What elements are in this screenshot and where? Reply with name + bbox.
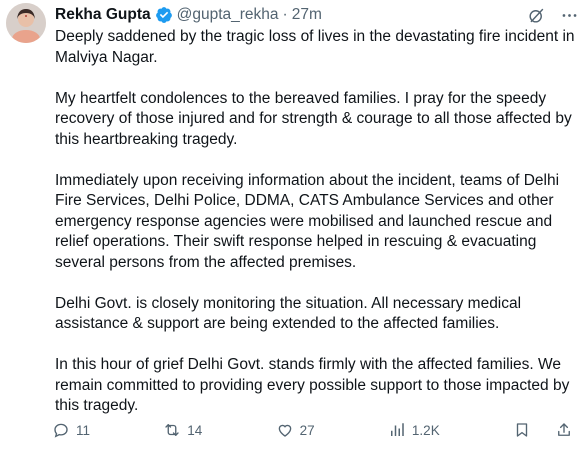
top-actions (527, 6, 579, 25)
views-button[interactable]: 1.2K (388, 421, 440, 439)
verified-badge-icon (155, 6, 173, 24)
repost-icon (165, 424, 179, 436)
like-button[interactable]: 27 (276, 421, 315, 439)
separator-dot: · (282, 6, 288, 23)
action-bar: 11 14 27 1.2K (52, 418, 573, 442)
tweet-paragraph: Deeply saddened by the tragic loss of li… (55, 28, 575, 66)
tweet-paragraph: In this hour of grief Delhi Govt. stands… (55, 356, 570, 414)
grok-icon[interactable] (527, 6, 546, 25)
like-count: 27 (299, 422, 315, 438)
avatar[interactable] (6, 3, 46, 43)
bookmark-icon (516, 423, 528, 437)
author-handle[interactable]: @gupta_rekha (177, 6, 279, 24)
author-name[interactable]: Rekha Gupta (55, 6, 151, 24)
tweet: Rekha Gupta @gupta_rekha · 27m Deeply sa… (0, 0, 587, 454)
repost-button[interactable]: 14 (163, 421, 202, 439)
more-icon[interactable] (560, 6, 579, 25)
timestamp[interactable]: 27m (292, 6, 322, 24)
like-icon (278, 424, 291, 437)
bookmark-button[interactable] (513, 421, 531, 439)
tweet-text: Deeply saddened by the tragic loss of li… (55, 27, 581, 437)
reply-button[interactable]: 11 (52, 421, 90, 439)
reply-icon (54, 423, 68, 438)
tweet-header: Rekha Gupta @gupta_rekha · 27m (55, 4, 322, 26)
reply-count: 11 (76, 422, 91, 438)
views-icon (390, 423, 404, 436)
share-button[interactable] (555, 421, 573, 439)
repost-count: 14 (187, 422, 203, 438)
tweet-paragraph: Delhi Govt. is closely monitoring the si… (55, 294, 522, 333)
tweet-paragraph: My heartfelt condolences to the bereaved… (55, 89, 572, 148)
share-icon (558, 423, 570, 436)
views-count: 1.2K (411, 422, 440, 438)
tweet-paragraph: Immediately upon receiving information a… (55, 171, 560, 271)
action-bar-right (513, 421, 573, 439)
